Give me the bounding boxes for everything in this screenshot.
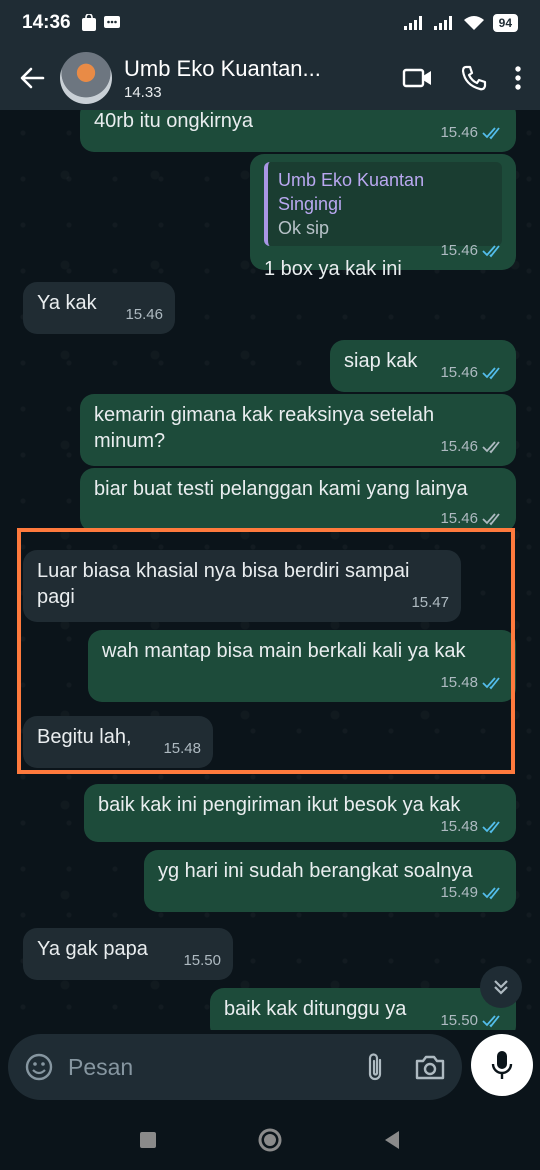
message-text: Ya kak bbox=[37, 292, 97, 314]
status-bar: 14:36 94 bbox=[0, 0, 540, 46]
signal-icon bbox=[403, 16, 422, 30]
contact-info[interactable]: Umb Eko Kuantan... 14.33 bbox=[124, 56, 402, 101]
message-time: 15.48 bbox=[440, 818, 478, 835]
message-time: 15.50 bbox=[440, 1012, 478, 1029]
message-bubble[interactable]: Ya kak 15.46 bbox=[23, 282, 175, 334]
recent-apps-icon[interactable] bbox=[139, 1131, 157, 1149]
contact-name: Umb Eko Kuantan... bbox=[124, 55, 321, 81]
voice-record-button[interactable] bbox=[471, 1034, 533, 1096]
read-ticks-icon bbox=[482, 367, 500, 380]
read-ticks-icon bbox=[482, 245, 500, 258]
last-seen: 14.33 bbox=[124, 83, 162, 101]
quoted-message[interactable]: Umb Eko Kuantan Singingi Ok sip bbox=[264, 162, 502, 246]
shopee-icon bbox=[81, 14, 96, 31]
signal-icon-2 bbox=[433, 16, 452, 30]
phone-call-icon[interactable] bbox=[460, 64, 488, 92]
message-text: siap kak bbox=[344, 350, 418, 372]
delivered-ticks-icon bbox=[482, 513, 500, 526]
wifi-icon bbox=[463, 16, 484, 30]
message-time: 15.46 bbox=[440, 438, 478, 455]
back-button[interactable] bbox=[14, 58, 50, 98]
message-text: biar buat testi pelanggan kami yang lain… bbox=[94, 478, 468, 500]
camera-icon[interactable] bbox=[414, 1053, 446, 1081]
message-bubble[interactable]: Ya gak papa 15.50 bbox=[23, 928, 233, 980]
back-nav-icon[interactable] bbox=[383, 1130, 401, 1150]
message-bubble[interactable]: siap kak 15.46 bbox=[330, 340, 516, 392]
message-notification-icon bbox=[103, 16, 120, 28]
message-text: baik kak ini pengiriman ikut besok ya ka… bbox=[98, 794, 461, 816]
emoji-sticker-icon[interactable] bbox=[24, 1052, 54, 1082]
read-ticks-icon bbox=[482, 127, 500, 140]
message-text: Ya gak papa bbox=[37, 938, 148, 960]
message-text: yg hari ini sudah berangkat soalnya bbox=[158, 860, 473, 882]
chat-header: Umb Eko Kuantan... 14.33 bbox=[0, 46, 540, 110]
microphone-icon bbox=[491, 1051, 513, 1079]
message-bubble[interactable]: kemarin gimana kak reaksinya setelah min… bbox=[80, 394, 516, 466]
read-ticks-icon bbox=[482, 887, 500, 900]
quoted-text: Ok sip bbox=[278, 218, 330, 238]
contact-avatar[interactable] bbox=[60, 52, 112, 104]
message-bubble[interactable]: baik kak ini pengiriman ikut besok ya ka… bbox=[84, 784, 516, 842]
scroll-to-bottom-button[interactable] bbox=[480, 966, 522, 1008]
message-bubble[interactable]: 40rb itu ongkirnya 15.46 bbox=[80, 110, 516, 152]
message-time: 15.46 bbox=[440, 364, 478, 381]
highlight-box bbox=[17, 528, 515, 774]
message-time: 15.46 bbox=[440, 242, 478, 259]
quoted-sender: Umb Eko Kuantan Singingi bbox=[278, 170, 425, 214]
arrow-left-icon bbox=[20, 67, 45, 89]
more-options-icon[interactable] bbox=[514, 65, 522, 91]
message-time: 15.46 bbox=[440, 124, 478, 141]
home-icon[interactable] bbox=[257, 1127, 283, 1153]
read-ticks-icon bbox=[482, 821, 500, 834]
chat-area[interactable]: 40rb itu ongkirnya 15.46 Umb Eko Kuantan… bbox=[0, 110, 540, 1030]
message-text: kemarin gimana kak reaksinya setelah min… bbox=[94, 404, 435, 452]
battery-indicator: 94 bbox=[492, 14, 518, 32]
delivered-ticks-icon bbox=[482, 441, 500, 454]
double-chevron-down-icon bbox=[494, 980, 508, 995]
message-time: 15.50 bbox=[183, 952, 221, 969]
message-time: 15.49 bbox=[440, 884, 478, 901]
system-nav-bar bbox=[0, 1110, 540, 1170]
message-composer[interactable]: Pesan bbox=[8, 1034, 462, 1100]
message-text: 1 box ya kak ini bbox=[264, 258, 402, 280]
attach-icon[interactable] bbox=[364, 1051, 386, 1083]
message-bubble[interactable]: biar buat testi pelanggan kami yang lain… bbox=[80, 468, 516, 532]
message-input[interactable]: Pesan bbox=[68, 1054, 364, 1081]
message-bubble[interactable]: yg hari ini sudah berangkat soalnya 15.4… bbox=[144, 850, 516, 912]
message-bubble[interactable]: Umb Eko Kuantan Singingi Ok sip 1 box ya… bbox=[250, 154, 516, 280]
message-bubble[interactable]: baik kak ditunggu ya 15.50 bbox=[210, 988, 516, 1030]
read-ticks-icon bbox=[482, 1015, 500, 1028]
video-call-icon[interactable] bbox=[402, 66, 434, 90]
message-text: 40rb itu ongkirnya bbox=[94, 110, 253, 132]
status-time: 14:36 bbox=[22, 12, 71, 33]
message-time: 15.46 bbox=[125, 306, 163, 323]
message-text: baik kak ditunggu ya bbox=[224, 998, 407, 1020]
